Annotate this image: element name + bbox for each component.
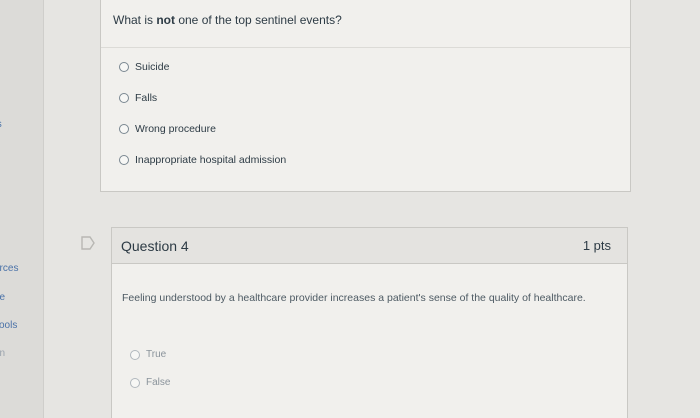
answer-option-wrong-procedure[interactable]: Wrong procedure — [119, 123, 216, 135]
course-navigation: ts urces de Tools on — [0, 0, 44, 418]
answer-label: False — [146, 377, 171, 388]
radio-icon[interactable] — [119, 124, 129, 134]
question-3-prompt: What is not one of the top sentinel even… — [113, 13, 342, 27]
question-4-prompt: Feeling understood by a healthcare provi… — [122, 292, 586, 304]
question-divider — [101, 47, 630, 48]
answer-label: Wrong procedure — [135, 123, 216, 135]
answer-label: True — [146, 349, 167, 360]
radio-icon[interactable] — [119, 93, 129, 103]
answer-option-suicide[interactable]: Suicide — [119, 61, 169, 73]
question-header: Question 4 1 pts — [112, 228, 627, 264]
nav-item-guide[interactable]: de — [0, 292, 5, 303]
nav-item-other[interactable]: on — [0, 348, 5, 359]
radio-icon[interactable] — [130, 377, 140, 388]
question-3-card: What is not one of the top sentinel even… — [100, 0, 631, 192]
question-points: 1 pts — [582, 238, 611, 253]
answer-option-inappropriate-admission[interactable]: Inappropriate hospital admission — [119, 154, 286, 166]
answer-label: Falls — [135, 92, 158, 104]
radio-icon[interactable] — [119, 62, 129, 72]
answer-option-false[interactable]: False — [130, 377, 170, 388]
question-title: Question 4 — [121, 238, 189, 254]
answer-label: Inappropriate hospital admission — [135, 154, 287, 166]
radio-icon[interactable] — [130, 349, 140, 360]
answer-label: Suicide — [135, 61, 170, 73]
nav-item-events[interactable]: ts — [0, 119, 2, 130]
answer-option-true[interactable]: True — [130, 349, 166, 360]
nav-item-tools[interactable]: Tools — [0, 320, 17, 331]
nav-item-resources[interactable]: urces — [0, 263, 18, 274]
answer-option-falls[interactable]: Falls — [119, 92, 157, 104]
flag-icon[interactable] — [80, 236, 96, 250]
question-4-card: Question 4 1 pts Feeling understood by a… — [111, 227, 628, 418]
question-3-emphasis: not — [156, 13, 175, 27]
radio-icon[interactable] — [119, 155, 129, 165]
